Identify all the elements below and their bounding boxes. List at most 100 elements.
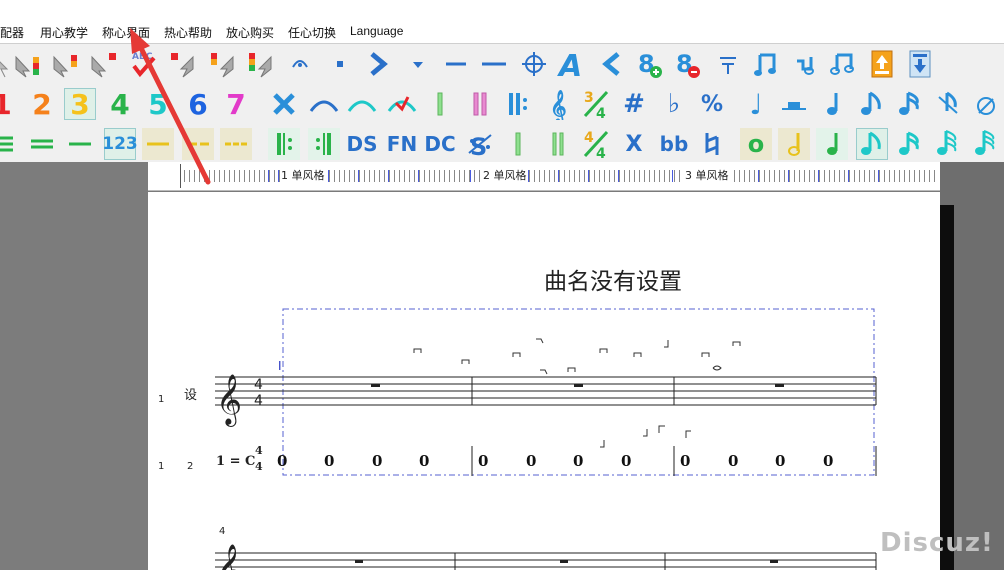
note-4-button[interactable]: 4 <box>104 88 136 121</box>
slur-icon[interactable] <box>308 88 340 120</box>
sixtyfourth-cyan-icon[interactable] <box>970 128 1002 160</box>
no-note-icon[interactable] <box>970 88 1002 120</box>
dc-button[interactable]: DC <box>424 128 456 160</box>
tenuto-icon[interactable] <box>440 48 472 80</box>
repeat-barline-icon[interactable] <box>502 88 534 120</box>
menu-item-help[interactable]: 热心帮助 <box>164 24 212 41</box>
time-signature-4-4-icon[interactable]: 44 <box>580 128 612 160</box>
tie-icon[interactable] <box>712 48 744 80</box>
beam-notes-icon[interactable] <box>750 48 782 80</box>
sixteenth-note-icon[interactable] <box>894 88 926 120</box>
move-up-icon[interactable] <box>866 48 898 80</box>
repeat-end-icon[interactable] <box>308 128 340 160</box>
segno-icon[interactable]: S <box>464 128 496 160</box>
ds-button[interactable]: DS <box>346 128 378 160</box>
rest-note[interactable]: 0 <box>823 452 833 470</box>
menu-item-tutorial[interactable]: 用心教学 <box>40 24 88 41</box>
long-tenuto-icon[interactable] <box>478 48 510 80</box>
time-signature-icon[interactable]: 34 <box>580 88 612 120</box>
marcato-icon[interactable] <box>402 48 434 80</box>
rest-note[interactable]: 0 <box>680 452 690 470</box>
x-button[interactable]: X <box>618 128 650 160</box>
rest-note[interactable]: 0 <box>775 452 785 470</box>
flat-button[interactable]: ♭ <box>658 88 690 120</box>
single-line-icon[interactable] <box>64 128 96 160</box>
menu-item-switch[interactable]: 任心切换 <box>288 24 336 41</box>
score-page[interactable] <box>148 192 940 570</box>
rest-note[interactable]: 0 <box>478 452 488 470</box>
quarter-note-button[interactable]: ♩ <box>740 88 772 121</box>
barline-icon[interactable] <box>424 88 456 120</box>
rest-note[interactable]: 0 <box>277 452 287 470</box>
double-barline-icon[interactable] <box>464 88 496 120</box>
arrow-tool-3-icon[interactable] <box>206 48 238 80</box>
menu-item-config[interactable]: 配器 <box>0 24 24 41</box>
rest-note[interactable]: 0 <box>419 452 429 470</box>
arrow-red-icon[interactable] <box>88 48 120 80</box>
double-thin-bar-icon[interactable] <box>542 128 574 160</box>
rest-note[interactable]: 0 <box>728 452 738 470</box>
note-5-button[interactable]: 5 <box>142 88 174 121</box>
chevron-left-icon[interactable] <box>596 48 628 80</box>
arrow-pitch-icon[interactable] <box>12 48 44 80</box>
delete-icon[interactable] <box>268 88 300 120</box>
note-2-button[interactable]: 2 <box>26 88 58 121</box>
staccato-icon[interactable] <box>324 48 356 80</box>
note-1-button[interactable]: 1 <box>0 88 18 121</box>
tie-arc-icon[interactable] <box>346 88 378 120</box>
double-flat-button[interactable]: bb <box>658 128 690 160</box>
half-note-icon[interactable] <box>778 128 810 160</box>
numbered-notation-button[interactable]: 123 <box>102 128 138 160</box>
text-a-icon[interactable]: A <box>556 48 588 80</box>
note-7-button[interactable]: 7 <box>220 88 252 121</box>
rest-note[interactable]: 0 <box>372 452 382 470</box>
menu-item-buy[interactable]: 放心购买 <box>226 24 274 41</box>
repeat-start-icon[interactable] <box>268 128 300 160</box>
rest-note[interactable]: 0 <box>526 452 536 470</box>
dash-medium-icon[interactable] <box>182 128 214 160</box>
dash-long-icon[interactable] <box>142 128 174 160</box>
quarter-note-green-icon[interactable] <box>816 128 848 160</box>
natural-icon[interactable] <box>696 128 728 160</box>
abc-check-icon[interactable]: ABC <box>128 48 160 80</box>
sharp-button[interactable]: # <box>618 88 650 120</box>
whole-note-button[interactable]: o <box>740 128 772 160</box>
eighth-note-pair-icon[interactable] <box>826 48 858 80</box>
thin-bar-icon[interactable] <box>502 128 534 160</box>
rest-note[interactable]: 0 <box>573 452 583 470</box>
triplet-icon[interactable] <box>386 88 418 120</box>
note-6-button[interactable]: 6 <box>182 88 214 121</box>
fn-button[interactable]: FN <box>386 128 418 160</box>
menu-item-language[interactable]: Language <box>350 24 403 38</box>
accent-icon[interactable] <box>362 48 394 80</box>
note-3-button[interactable]: 3 <box>64 88 96 121</box>
move-down-icon[interactable] <box>904 48 936 80</box>
remove-measure-icon[interactable]: 8 <box>672 48 704 80</box>
arrow-tool-2-icon[interactable] <box>166 48 198 80</box>
eighth-note-icon[interactable] <box>856 88 888 120</box>
double-line-icon[interactable] <box>26 128 58 160</box>
menu-item-interface[interactable]: 称心界面 <box>102 24 150 41</box>
dash-short-icon[interactable] <box>220 128 252 160</box>
treble-clef-icon[interactable]: 𝄞 <box>542 88 574 120</box>
voice-label[interactable]: 设 <box>184 384 197 403</box>
arrow-tool-4-icon[interactable] <box>244 48 276 80</box>
thirtysecond-cyan-icon[interactable] <box>932 128 964 160</box>
rest-note[interactable]: 0 <box>324 452 334 470</box>
grace-note-icon[interactable] <box>932 88 964 120</box>
quarter-note-icon[interactable] <box>816 88 848 120</box>
target-icon[interactable] <box>518 48 550 80</box>
eighth-note-selected-icon[interactable] <box>856 128 888 160</box>
align-lines-icon[interactable] <box>0 128 18 160</box>
add-measure-icon[interactable]: 8 <box>634 48 666 80</box>
key-signature[interactable]: 1 = C <box>216 454 255 469</box>
measure-ruler[interactable]: 1 单风格 2 单风格 3 单风格 <box>148 162 940 191</box>
whole-rest-icon[interactable] <box>778 88 810 120</box>
arrow-velocity-icon[interactable] <box>50 48 82 80</box>
sixteenth-cyan-icon[interactable] <box>894 128 926 160</box>
percent-button[interactable]: % <box>696 88 728 120</box>
score-title[interactable]: 曲名没有设置 <box>148 262 1004 296</box>
fermata-icon[interactable] <box>284 48 316 80</box>
rest-note[interactable]: 0 <box>621 452 631 470</box>
sixteenth-notes-icon[interactable] <box>788 48 820 80</box>
